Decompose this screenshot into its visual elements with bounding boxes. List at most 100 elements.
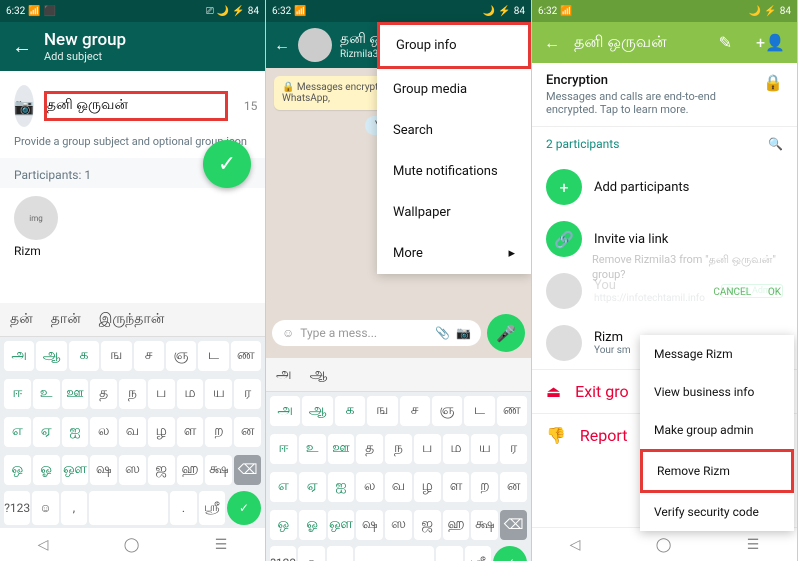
key-space[interactable] xyxy=(355,546,434,561)
key-period[interactable]: . xyxy=(436,546,462,561)
key[interactable]: ப xyxy=(148,379,175,409)
backspace-key[interactable]: ⌫ xyxy=(234,455,261,485)
key[interactable]: ஹ xyxy=(443,510,470,540)
key[interactable]: ஐ xyxy=(62,417,89,447)
key[interactable]: உ xyxy=(299,434,326,464)
menu-wallpaper[interactable]: Wallpaper xyxy=(377,192,531,233)
key[interactable]: க்ஷ xyxy=(471,510,498,540)
key[interactable]: ள xyxy=(177,417,204,447)
nav-back-icon[interactable]: ◁ xyxy=(38,537,49,553)
key[interactable]: ஈ xyxy=(4,379,31,409)
key-sri[interactable]: ஸ்ரீ xyxy=(465,546,491,561)
key[interactable]: ஒ xyxy=(4,455,31,485)
ctx-view-business[interactable]: View business info xyxy=(640,373,794,411)
key[interactable]: ன xyxy=(234,417,261,447)
edit-icon[interactable]: ✎ xyxy=(719,33,732,52)
key[interactable]: ட xyxy=(198,341,228,371)
key[interactable]: ச xyxy=(400,396,430,426)
key[interactable]: ஊ xyxy=(328,434,355,464)
key[interactable]: ஞ xyxy=(432,396,462,426)
group-avatar[interactable] xyxy=(298,28,332,62)
key[interactable]: ழ xyxy=(414,472,441,502)
key[interactable]: ச xyxy=(134,341,164,371)
key[interactable]: ற xyxy=(205,417,232,447)
menu-mute[interactable]: Mute notifications xyxy=(377,151,531,192)
key[interactable]: ஹ xyxy=(177,455,204,485)
menu-group-media[interactable]: Group media xyxy=(377,69,531,110)
mic-button[interactable]: 🎤 xyxy=(487,314,525,352)
nav-recent-icon[interactable]: ☰ xyxy=(747,537,760,553)
confirm-fab[interactable]: ✓ xyxy=(203,140,251,188)
suggestion[interactable]: ஆ xyxy=(310,366,328,384)
key-sri[interactable]: ஸ்ரீ xyxy=(199,491,225,525)
ctx-make-admin[interactable]: Make group admin xyxy=(640,411,794,449)
key-enter[interactable]: ✓ xyxy=(227,491,261,525)
key[interactable]: ஷ xyxy=(356,510,383,540)
key[interactable]: த xyxy=(90,379,117,409)
back-icon[interactable]: ← xyxy=(12,34,32,59)
menu-group-info[interactable]: Group info xyxy=(377,22,531,69)
key[interactable]: ந xyxy=(119,379,146,409)
ok-button[interactable]: OK xyxy=(768,287,781,298)
key[interactable]: ய xyxy=(471,434,498,464)
key-emoji[interactable]: ☺ xyxy=(298,546,324,561)
key[interactable]: ர xyxy=(234,379,261,409)
search-icon[interactable]: 🔍 xyxy=(768,137,783,151)
key-enter[interactable]: ✓ xyxy=(493,546,527,561)
key[interactable]: க xyxy=(69,341,99,371)
key[interactable]: ஔ xyxy=(62,455,89,485)
add-person-icon[interactable]: +👤 xyxy=(756,33,785,52)
key[interactable]: அ xyxy=(4,341,34,371)
key-symbols[interactable]: ?123 xyxy=(4,491,30,525)
key[interactable]: ல xyxy=(356,472,383,502)
key-symbols[interactable]: ?123 xyxy=(270,546,296,561)
key[interactable]: ஓ xyxy=(299,510,326,540)
key[interactable]: ஓ xyxy=(33,455,60,485)
key[interactable]: ண xyxy=(497,396,527,426)
key[interactable]: ங xyxy=(367,396,397,426)
ctx-message[interactable]: Message Rizm xyxy=(640,335,794,373)
key[interactable]: ள xyxy=(443,472,470,502)
key[interactable]: அ xyxy=(270,396,300,426)
key-space[interactable] xyxy=(89,491,168,525)
suggestion[interactable]: அ xyxy=(276,366,292,384)
key[interactable]: எ xyxy=(270,472,297,502)
subject-input[interactable] xyxy=(44,91,228,121)
key[interactable]: ப xyxy=(414,434,441,464)
key-comma[interactable]: , xyxy=(61,491,87,525)
participant-item[interactable]: img Rizm xyxy=(0,188,265,266)
camera-icon[interactable]: 📷 xyxy=(456,326,471,340)
menu-more[interactable]: More▸ xyxy=(377,233,531,274)
key-emoji[interactable]: ☺ xyxy=(32,491,58,525)
key[interactable]: ற xyxy=(471,472,498,502)
key[interactable]: ஸ xyxy=(385,510,412,540)
key[interactable]: க்ஷ xyxy=(205,455,232,485)
ctx-verify-code[interactable]: Verify security code xyxy=(640,493,794,531)
key-comma[interactable]: , xyxy=(327,546,353,561)
key[interactable]: ட xyxy=(464,396,494,426)
suggestion[interactable]: இருந்தான் xyxy=(99,311,165,329)
key[interactable]: ல xyxy=(90,417,117,447)
key[interactable]: ஷ xyxy=(90,455,117,485)
nav-back-icon[interactable]: ◁ xyxy=(570,537,581,553)
key[interactable]: க xyxy=(335,396,365,426)
key[interactable]: எ xyxy=(4,417,31,447)
key[interactable]: ஞ xyxy=(166,341,196,371)
key[interactable]: ஸ xyxy=(119,455,146,485)
key[interactable]: ன xyxy=(500,472,527,502)
key[interactable]: ஈ xyxy=(270,434,297,464)
key[interactable]: ழ xyxy=(148,417,175,447)
key[interactable]: ய xyxy=(205,379,232,409)
back-icon[interactable]: ← xyxy=(544,33,560,53)
backspace-key[interactable]: ⌫ xyxy=(500,510,527,540)
key[interactable]: ம xyxy=(443,434,470,464)
ctx-remove[interactable]: Remove Rizm xyxy=(640,449,794,493)
back-icon[interactable]: ← xyxy=(274,35,290,55)
key[interactable]: வ xyxy=(119,417,146,447)
key[interactable]: ங xyxy=(101,341,131,371)
key[interactable]: ஊ xyxy=(62,379,89,409)
key[interactable]: ம xyxy=(177,379,204,409)
key[interactable]: ஏ xyxy=(33,417,60,447)
message-input[interactable]: ☺ Type a mess... 📎 📷 xyxy=(272,320,481,346)
encryption-section[interactable]: 🔒 Encryption Messages and calls are end-… xyxy=(532,63,797,127)
